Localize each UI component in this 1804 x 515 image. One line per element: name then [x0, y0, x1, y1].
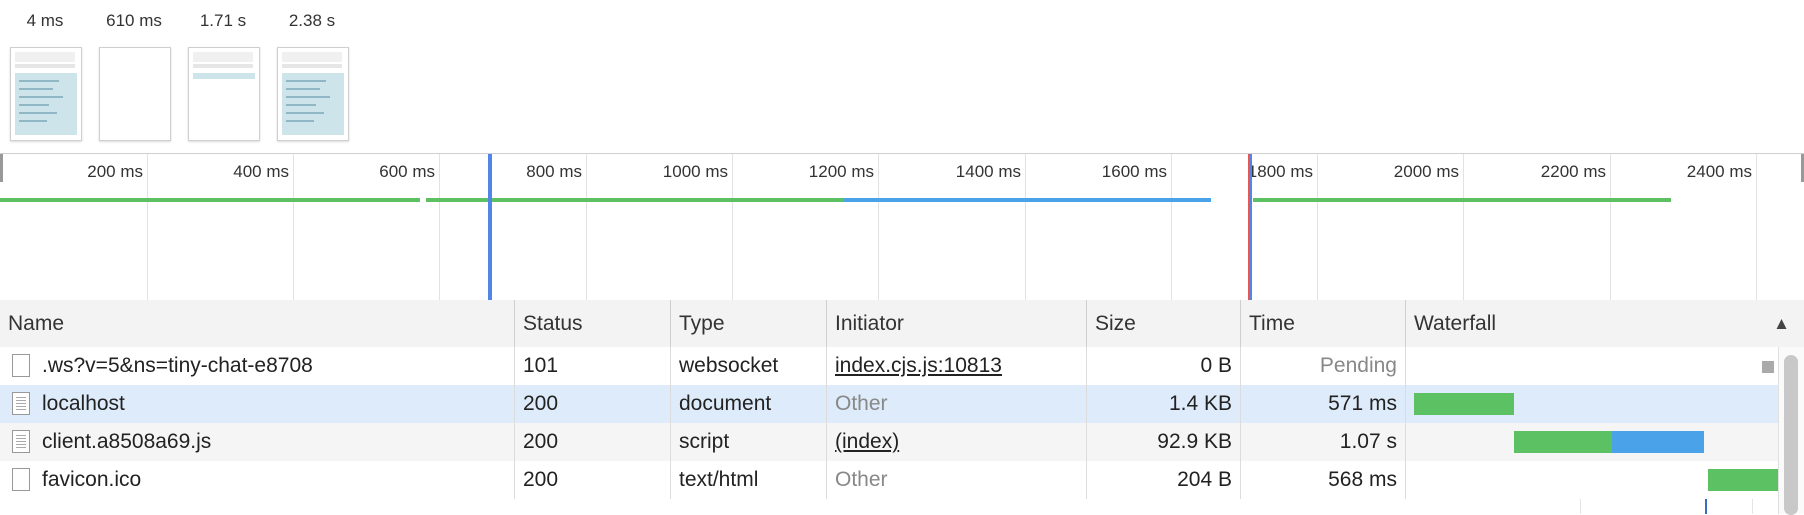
- table-header: Name Status Type Initiator Size Time Wat…: [0, 300, 1804, 348]
- type-cell: websocket: [671, 347, 827, 385]
- table-row[interactable]: .ws?v=5&ns=tiny-chat-e8708 101 websocket…: [0, 347, 1804, 385]
- size-cell: 92.9 KB: [1087, 423, 1241, 461]
- request-name-cell[interactable]: client.a8508a69.js: [0, 423, 515, 461]
- overview-bar-favicon: [1253, 198, 1671, 202]
- waterfall-bar: [1708, 469, 1778, 491]
- tick-label: 600 ms: [379, 162, 435, 181]
- tick-label: 2200 ms: [1540, 162, 1606, 181]
- tick-label: 1200 ms: [808, 162, 874, 181]
- tick-label: 400 ms: [233, 162, 289, 181]
- table-row[interactable]: favicon.ico 200 text/html Other 204 B 56…: [0, 461, 1804, 499]
- dom-content-loaded-marker: [488, 154, 492, 300]
- request-name: .ws?v=5&ns=tiny-chat-e8708: [42, 354, 313, 377]
- column-header-status[interactable]: Status: [515, 300, 671, 347]
- request-name: client.a8508a69.js: [42, 430, 212, 453]
- table-row[interactable]: localhost 200 document Other 1.4 KB 571 …: [0, 385, 1804, 423]
- request-name: favicon.ico: [42, 468, 142, 491]
- waterfall-cell[interactable]: [1406, 385, 1778, 423]
- column-header-time[interactable]: Time: [1241, 300, 1406, 347]
- waterfall-cell[interactable]: [1406, 347, 1778, 385]
- frame-time: 4 ms: [26, 11, 64, 30]
- type-cell: text/html: [671, 461, 827, 499]
- time-cell: 571 ms: [1241, 385, 1406, 423]
- request-name-cell[interactable]: localhost: [0, 385, 515, 423]
- size-cell: 1.4 KB: [1087, 385, 1241, 423]
- overview-bar-script-download: [844, 198, 1211, 202]
- request-name-cell[interactable]: .ws?v=5&ns=tiny-chat-e8708: [0, 347, 515, 385]
- frame-thumbnail[interactable]: [99, 47, 171, 141]
- type-cell: document: [671, 385, 827, 423]
- status-cell: 101: [515, 347, 671, 385]
- document-icon: [12, 392, 30, 415]
- column-header-type[interactable]: Type: [671, 300, 827, 347]
- size-cell: 204 B: [1087, 461, 1241, 499]
- request-name-cell[interactable]: favicon.ico: [0, 461, 515, 499]
- tick-label: 200 ms: [87, 162, 143, 181]
- initiator-link[interactable]: index.cjs.js:10813: [835, 354, 1002, 377]
- type-cell: script: [671, 423, 827, 461]
- pending-bar: [1762, 361, 1774, 373]
- time-cell: 1.07 s: [1241, 423, 1406, 461]
- tick-label: 2000 ms: [1393, 162, 1459, 181]
- script-file-icon: [12, 430, 30, 453]
- waterfall-bar-waiting: [1514, 431, 1612, 453]
- tick-label: 1400 ms: [955, 162, 1021, 181]
- overview-bar-document: [0, 198, 420, 202]
- time-cell: 568 ms: [1241, 461, 1406, 499]
- vertical-scrollbar[interactable]: [1778, 347, 1804, 515]
- initiator-cell: (index): [827, 423, 1087, 461]
- size-cell: 0 B: [1087, 347, 1241, 385]
- tick-label: 1800 ms: [1247, 162, 1313, 181]
- sort-ascending-icon[interactable]: ▲: [1773, 300, 1790, 347]
- time-cell: Pending: [1241, 347, 1406, 385]
- initiator-cell: Other: [827, 461, 1087, 499]
- requests-table: Name Status Type Initiator Size Time Wat…: [0, 300, 1804, 515]
- filmstrip-frame[interactable]: 4 ms: [0, 10, 90, 141]
- frame-time: 1.71 s: [199, 11, 247, 30]
- column-header-size[interactable]: Size: [1087, 300, 1241, 347]
- filmstrip: 4 ms 610 ms 1.71 s 2.38 s: [0, 0, 1804, 153]
- tick-label: 1600 ms: [1101, 162, 1167, 181]
- tick-label: 2400 ms: [1686, 162, 1752, 181]
- scrollbar-thumb[interactable]: [1784, 355, 1798, 515]
- waterfall-bar: [1414, 393, 1514, 415]
- filmstrip-frame[interactable]: 2.38 s: [267, 10, 357, 141]
- table-row[interactable]: client.a8508a69.js 200 script (index) 92…: [0, 423, 1804, 461]
- file-icon: [12, 354, 30, 377]
- tick-label: 1000 ms: [662, 162, 728, 181]
- load-marker-blue: [1250, 154, 1252, 300]
- column-header-name[interactable]: Name: [0, 300, 515, 347]
- frame-thumbnail[interactable]: [10, 47, 82, 141]
- column-header-waterfall[interactable]: Waterfall ▲: [1406, 300, 1804, 347]
- file-icon: [12, 468, 30, 491]
- tick-label: 800 ms: [526, 162, 582, 181]
- status-cell: 200: [515, 385, 671, 423]
- waterfall-cell[interactable]: [1406, 461, 1778, 499]
- filmstrip-frame[interactable]: 610 ms: [89, 10, 179, 141]
- status-cell: 200: [515, 423, 671, 461]
- waterfall-label: Waterfall: [1414, 312, 1497, 335]
- initiator-link[interactable]: (index): [835, 430, 899, 453]
- frame-thumbnail[interactable]: [188, 47, 260, 141]
- status-cell: 200: [515, 461, 671, 499]
- frame-time: 610 ms: [106, 11, 162, 30]
- waterfall-cell[interactable]: [1406, 423, 1778, 461]
- overview-timeline[interactable]: 200 ms 400 ms 600 ms 800 ms 1000 ms 1200…: [0, 153, 1804, 301]
- request-name: localhost: [42, 392, 125, 415]
- initiator-cell: Other: [827, 385, 1087, 423]
- initiator-cell: index.cjs.js:10813: [827, 347, 1087, 385]
- filmstrip-frame[interactable]: 1.71 s: [178, 10, 268, 141]
- frame-time: 2.38 s: [288, 11, 336, 30]
- overview-left-handle[interactable]: [0, 154, 3, 182]
- waterfall-bar-download: [1612, 431, 1704, 453]
- frame-thumbnail[interactable]: [277, 47, 349, 141]
- column-header-initiator[interactable]: Initiator: [827, 300, 1087, 347]
